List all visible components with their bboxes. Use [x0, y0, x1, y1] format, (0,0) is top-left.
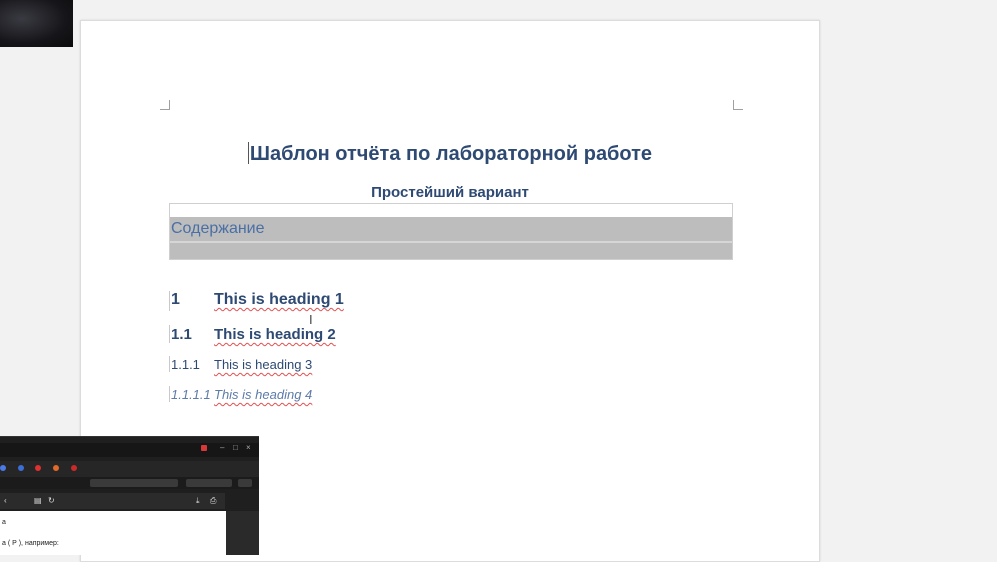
heading-1[interactable]: 1 This is heading 1 — [171, 291, 344, 309]
document-subtitle[interactable]: Простейший вариант — [160, 184, 740, 201]
table-of-contents-field[interactable]: Содержание — [169, 203, 733, 260]
page-margin-corner-top-left — [160, 100, 170, 110]
heading-text: This is heading 1 — [214, 291, 344, 308]
youtube-icon — [35, 465, 42, 471]
bookmark-item[interactable] — [53, 461, 61, 477]
notification-button[interactable] — [186, 479, 232, 487]
heading-text: This is heading 3 — [214, 357, 313, 372]
page-icon[interactable]: ▤ — [34, 496, 42, 505]
back-icon[interactable]: ‹ — [4, 496, 7, 505]
bookmark-favicon-icon — [53, 465, 60, 471]
document-title[interactable]: Шаблон отчёта по лабораторной работе — [160, 142, 740, 166]
maximize-icon[interactable]: □ — [233, 444, 241, 452]
bookmark-item[interactable] — [35, 461, 43, 477]
text-cursor — [247, 142, 249, 164]
heading-number: 1 — [171, 291, 180, 308]
paragraph-mark — [169, 291, 170, 311]
content-line: а ( Р ), например: — [2, 540, 59, 547]
toc-title: Содержание — [171, 220, 265, 237]
download-icon[interactable]: ⤓ — [196, 496, 200, 506]
heading-number: 1.1.1 — [171, 357, 200, 372]
browser-tab-strip[interactable]: – □ × — [0, 443, 259, 457]
notification-button[interactable] — [90, 479, 178, 487]
bookmark-favicon-icon — [70, 465, 77, 471]
bookmarks-bar[interactable] — [0, 461, 259, 477]
page-margin-corner-top-right — [733, 100, 743, 110]
browser-notification-bar[interactable] — [0, 477, 259, 489]
bookmark-favicon-icon — [0, 465, 6, 471]
paragraph-mark — [169, 386, 170, 402]
print-icon[interactable]: ⎙ — [210, 496, 216, 506]
scrollbar[interactable] — [226, 511, 259, 555]
browser-page-content: а а ( Р ), например: — [0, 511, 226, 555]
content-line: а — [2, 519, 6, 526]
i-beam-cursor-icon: I — [309, 312, 313, 327]
heading-text: This is heading 4 — [214, 387, 313, 402]
browser-picture-in-picture[interactable]: – □ × ‹ ▤ ↻ ⤓ ⎙ а а ( Р ), например: — [0, 436, 259, 555]
toc-field-shading-lower — [170, 243, 732, 259]
bookmark-item[interactable] — [0, 461, 8, 477]
bookmark-item[interactable] — [17, 461, 26, 477]
heading-number: 1.1 — [171, 326, 192, 343]
paragraph-mark — [169, 325, 170, 343]
paragraph-mark — [169, 356, 170, 372]
notification-close-button[interactable] — [238, 479, 252, 487]
heading-number: 1.1.1.1 — [171, 387, 211, 402]
rotate-icon[interactable]: ↻ — [48, 496, 55, 505]
webcam-video-overlay — [0, 0, 73, 47]
heading-3[interactable]: 1.1.1 This is heading 3 — [171, 357, 312, 372]
heading-2[interactable]: 1.1 This is heading 2 — [171, 326, 336, 343]
close-icon[interactable]: × — [246, 444, 254, 452]
bookmark-item[interactable] — [70, 461, 79, 477]
heading-4[interactable]: 1.1.1.1 This is heading 4 — [171, 387, 312, 402]
viewer-toolbar[interactable]: ‹ ▤ ↻ ⤓ ⎙ — [0, 493, 225, 509]
bookmark-favicon-icon — [17, 465, 24, 471]
minimize-icon[interactable]: – — [220, 444, 228, 452]
heading-text: This is heading 2 — [214, 326, 336, 343]
recording-indicator-icon — [201, 445, 207, 451]
